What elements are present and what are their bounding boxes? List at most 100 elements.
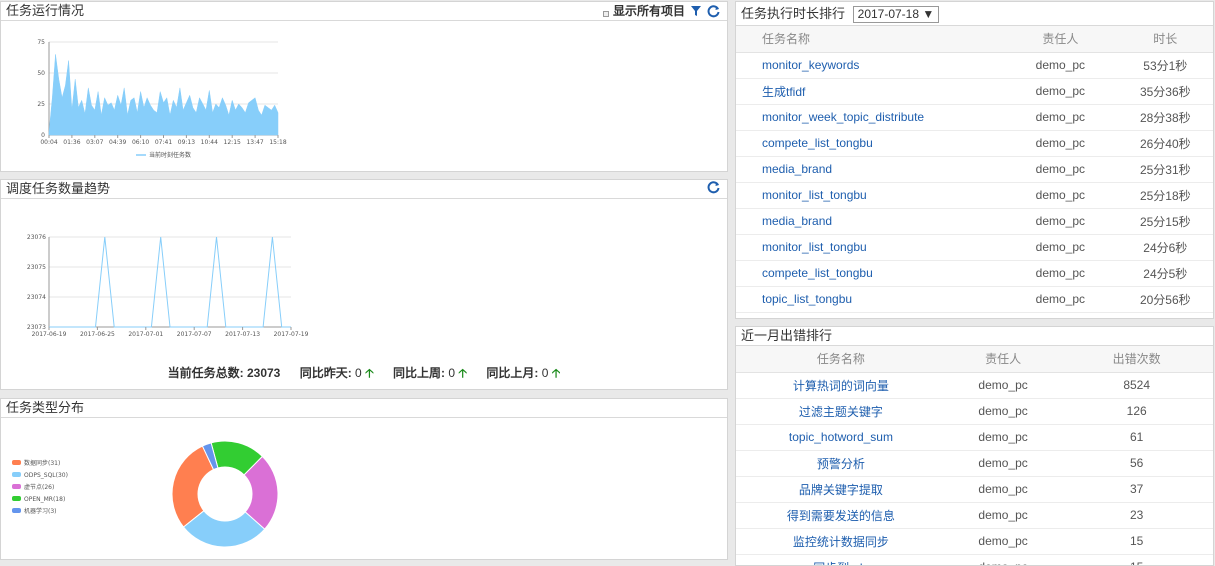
table-row: compete_list_tongbu demo_pc 24分5秒	[736, 260, 1213, 287]
legend-swatch	[12, 460, 21, 465]
yesterday-value: 0	[355, 366, 362, 380]
date-select[interactable]: 2017-07-18 ▼	[852, 6, 940, 23]
yesterday-label: 同比昨天:	[299, 366, 352, 380]
cell-name[interactable]: 生成tfidf	[736, 78, 1004, 105]
cell-name[interactable]: 品牌关键字提取	[736, 476, 946, 503]
cell-name[interactable]: topic_list_tongbu	[736, 286, 1004, 313]
panel-title: 调度任务数量趋势	[6, 181, 111, 196]
cell-owner: demo_pc	[1003, 286, 1118, 313]
arrow-up-icon: 🡡	[458, 366, 468, 380]
y-tick-label: 23074	[27, 294, 46, 301]
panel-header: 任务类型分布	[1, 399, 727, 418]
refresh-icon[interactable]	[707, 4, 721, 18]
task-running-panel: 任务运行情况 显示所有项目 0 25 50 75 00:04 01:36 03:07 04:3…	[0, 1, 728, 172]
x-tick-label: 2017-07-13	[225, 331, 260, 338]
legend-label: ODPS_SQL(30)	[24, 472, 68, 479]
refresh-icon[interactable]	[707, 180, 721, 194]
legend-label: 当前时刻任务数	[149, 151, 191, 159]
duration-rank-panel: 任务执行时长排行 2017-07-18 ▼ 任务名称 责任人 时长 monito…	[735, 1, 1214, 319]
total-label: 当前任务总数:	[167, 366, 244, 380]
cell-name[interactable]: media_brand	[736, 208, 1004, 235]
table-row: topic_hotword_sum demo_pc 61	[736, 424, 1213, 451]
x-tick-label: 10:44	[201, 139, 218, 146]
x-tick-label: 07:41	[155, 139, 172, 146]
task-type-donut-chart: 数据同步(31) ODPS_SQL(30) 虚节点(26) OPEN_MR(18) 机器…	[12, 440, 279, 548]
cell-owner: demo_pc	[1003, 260, 1118, 287]
cell-name[interactable]: 预警分析	[736, 450, 946, 477]
cell-name[interactable]: compete_list_tongbu	[736, 130, 1004, 157]
cell-owner: demo_pc	[1003, 234, 1118, 261]
y-tick-label: 23075	[27, 264, 46, 271]
lastweek-label: 同比上周:	[393, 366, 446, 380]
table-row: monitor_week_topic_distribute demo_pc 28分3…	[736, 104, 1213, 131]
table-row: media_brand demo_pc 25分31秒	[736, 156, 1213, 183]
show-all-checkbox[interactable]	[602, 11, 609, 17]
col-task-name: 任务名称	[736, 26, 1004, 53]
cell-name[interactable]: 监控统计数据同步	[736, 528, 946, 555]
cell-count: 126	[1060, 398, 1213, 425]
cell-count: 37	[1060, 476, 1213, 503]
table-row: 预警分析 demo_pc 56	[736, 450, 1213, 477]
cell-name[interactable]: monitor_week_topic_distribute	[736, 104, 1004, 131]
running-area-chart: 0 25 50 75 00:04 01:36 03:07 04:39 06:10 07:41 09:…	[37, 39, 286, 159]
panel-header: 任务执行时长排行 2017-07-18 ▼	[736, 2, 1213, 26]
cell-name[interactable]: 得到需要发送的信息	[736, 502, 946, 529]
show-all-label[interactable]: 显示所有项目	[613, 2, 685, 20]
legend-label: 机器学习(3)	[24, 507, 57, 515]
cell-count: 56	[1060, 450, 1213, 477]
total-value: 23073	[246, 366, 281, 380]
cell-owner: demo_pc	[1003, 156, 1118, 183]
cell-owner: demo_pc	[1003, 104, 1118, 131]
col-error-count: 出错次数	[1060, 346, 1213, 373]
cell-name[interactable]: monitor_list_tongbu	[736, 182, 1004, 209]
table-row: 监控统计数据同步 demo_pc 15	[736, 528, 1213, 555]
panel-title: 任务类型分布	[6, 400, 85, 415]
cell-owner: demo_pc	[945, 502, 1061, 529]
panel-tools	[707, 180, 721, 194]
cell-name[interactable]: 计算热词的词向量	[736, 372, 946, 399]
arrow-up-icon: 🡡	[551, 366, 561, 380]
table-row: monitor_keywords demo_pc 53分1秒	[736, 52, 1213, 79]
cell-time: 53分1秒	[1117, 52, 1213, 79]
x-tick-label: 00:04	[40, 139, 57, 146]
legend-swatch	[12, 484, 21, 489]
schedule-trend-panel: 调度任务数量趋势 23073 23074 23075 23076 2017-06-19 2…	[0, 179, 728, 390]
legend-swatch	[12, 496, 21, 501]
cell-time: 25分18秒	[1117, 182, 1213, 209]
cell-owner: demo_pc	[1003, 52, 1118, 79]
cell-count: 8524	[1060, 372, 1213, 399]
x-tick-label: 2017-07-07	[177, 331, 212, 338]
col-owner: 责任人	[1003, 26, 1118, 53]
cell-name[interactable]: media_brand	[736, 156, 1004, 183]
table-row: topic_list_tongbu demo_pc 20分56秒	[736, 286, 1213, 313]
cell-name[interactable]: compete_list_tongbu	[736, 260, 1004, 287]
cell-owner: demo_pc	[945, 450, 1061, 477]
panel-header: 调度任务数量趋势	[1, 180, 727, 199]
cell-name[interactable]: 同步到ads	[736, 554, 946, 565]
cell-name[interactable]: monitor_list_tongbu	[736, 234, 1004, 261]
filter-icon[interactable]	[689, 4, 703, 18]
y-tick-label: 23076	[27, 234, 46, 241]
cell-time: 25分31秒	[1117, 156, 1213, 183]
x-tick-label: 06:10	[132, 139, 149, 146]
x-tick-label: 2017-06-25	[80, 331, 115, 338]
panel-title: 任务运行情况	[6, 3, 85, 18]
cell-time: 24分5秒	[1117, 260, 1213, 287]
x-tick-label: 09:13	[178, 139, 195, 146]
cell-name[interactable]: monitor_keywords	[736, 52, 1004, 79]
table-row: 得到需要发送的信息 demo_pc 23	[736, 502, 1213, 529]
cell-time: 24分6秒	[1117, 234, 1213, 261]
x-tick-label: 2017-07-01	[128, 331, 163, 338]
table-row: monitor_list_tongbu demo_pc 25分18秒	[736, 182, 1213, 209]
cell-count: 15	[1060, 528, 1213, 555]
cell-name[interactable]: 过滤主题关键字	[736, 398, 946, 425]
error-rank-panel: 近一月出错排行 任务名称 责任人 出错次数 计算热词的词向量 demo_pc 852…	[735, 326, 1214, 566]
line-series	[49, 236, 291, 328]
col-owner: 责任人	[945, 346, 1061, 373]
col-task-name: 任务名称	[736, 346, 946, 373]
y-tick-label: 75	[37, 39, 45, 46]
y-tick-label: 25	[37, 101, 45, 108]
cell-name[interactable]: topic_hotword_sum	[736, 424, 946, 451]
error-table: 任务名称 责任人 出错次数 计算热词的词向量 demo_pc 8524 过滤主题关键字…	[736, 346, 1213, 565]
cell-time: 25分15秒	[1117, 208, 1213, 235]
